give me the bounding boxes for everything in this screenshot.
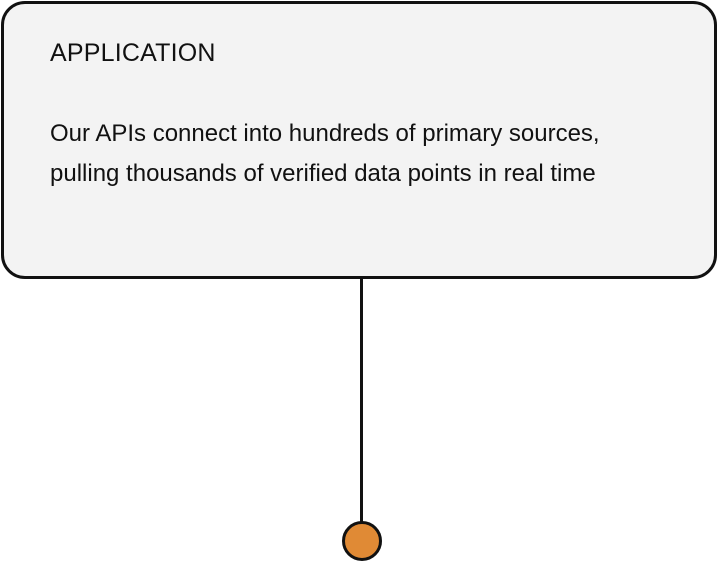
card-description: Our APIs connect into hundreds of primar… <box>50 120 600 187</box>
timeline-node <box>342 521 382 561</box>
card-title: APPLICATION <box>50 39 216 67</box>
application-card: APPLICATION Our APIs connect into hundre… <box>1 1 717 279</box>
connector-line <box>360 279 363 523</box>
